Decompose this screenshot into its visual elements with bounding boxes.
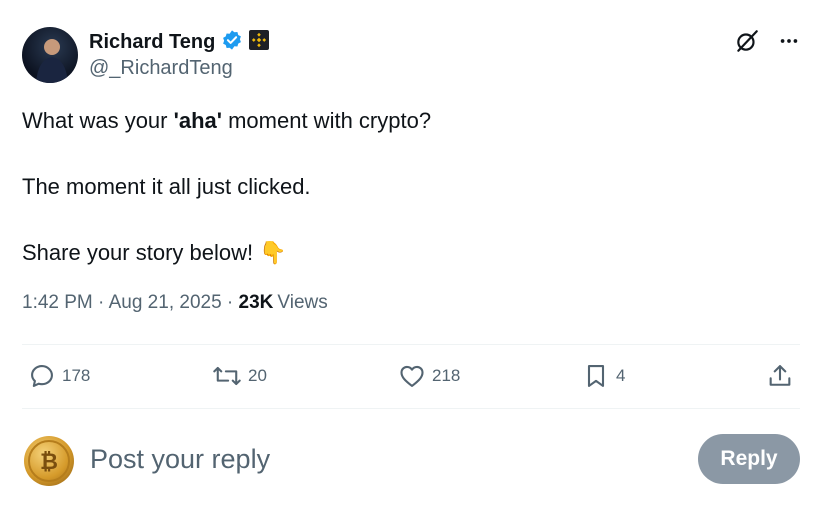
repost-action[interactable]: 20 [212, 362, 267, 390]
timestamp[interactable]: 1:42 PM · Aug 21, 2025 [22, 292, 222, 314]
author-name[interactable]: Richard Teng [89, 31, 215, 54]
like-count: 218 [432, 366, 461, 385]
heart-icon [400, 365, 424, 387]
reply-button[interactable]: Reply [698, 434, 800, 484]
reply-count: 178 [62, 366, 91, 385]
reply-composer: ₿ Post your reply Reply [22, 434, 800, 486]
reply-icon [31, 365, 53, 387]
tweet-line-1: What was your 'aha' moment with crypto? [22, 108, 432, 133]
tweet-meta: 1:42 PM · Aug 21, 2025 · 23K Views [22, 292, 328, 314]
affiliate-badge-icon[interactable] [249, 30, 270, 55]
divider-bottom [22, 408, 800, 409]
repost-count: 20 [248, 366, 267, 385]
bookmark-count: 4 [616, 366, 626, 385]
pointing-down-emoji: 👇 [259, 240, 287, 265]
grok-icon[interactable] [734, 28, 760, 59]
bookmark-icon [587, 365, 605, 387]
tweet-line-2: The moment it all just clicked. [22, 174, 311, 199]
share-action[interactable] [766, 362, 794, 390]
tweet-text: What was your 'aha' moment with crypto? … [22, 105, 431, 269]
verified-badge-icon [221, 29, 243, 56]
views-label: Views [277, 292, 328, 313]
bookmark-action[interactable]: 4 [582, 362, 625, 390]
author-avatar[interactable] [22, 27, 78, 83]
repost-icon [213, 366, 241, 386]
views-count: 23K [238, 292, 274, 313]
divider-top [22, 344, 800, 345]
tweet-line-3: Share your story below! 👇 [22, 240, 287, 265]
svg-text:₿: ₿ [40, 450, 58, 475]
reply-action[interactable]: 178 [28, 362, 90, 390]
reply-input[interactable]: Post your reply [90, 444, 270, 475]
current-user-avatar[interactable]: ₿ [24, 436, 74, 486]
author-handle[interactable]: @_RichardTeng [89, 57, 233, 80]
like-action[interactable]: 218 [398, 362, 460, 390]
share-icon [769, 365, 791, 386]
action-bar: 178 20 218 4 [22, 362, 800, 394]
more-options-icon[interactable] [778, 30, 800, 57]
